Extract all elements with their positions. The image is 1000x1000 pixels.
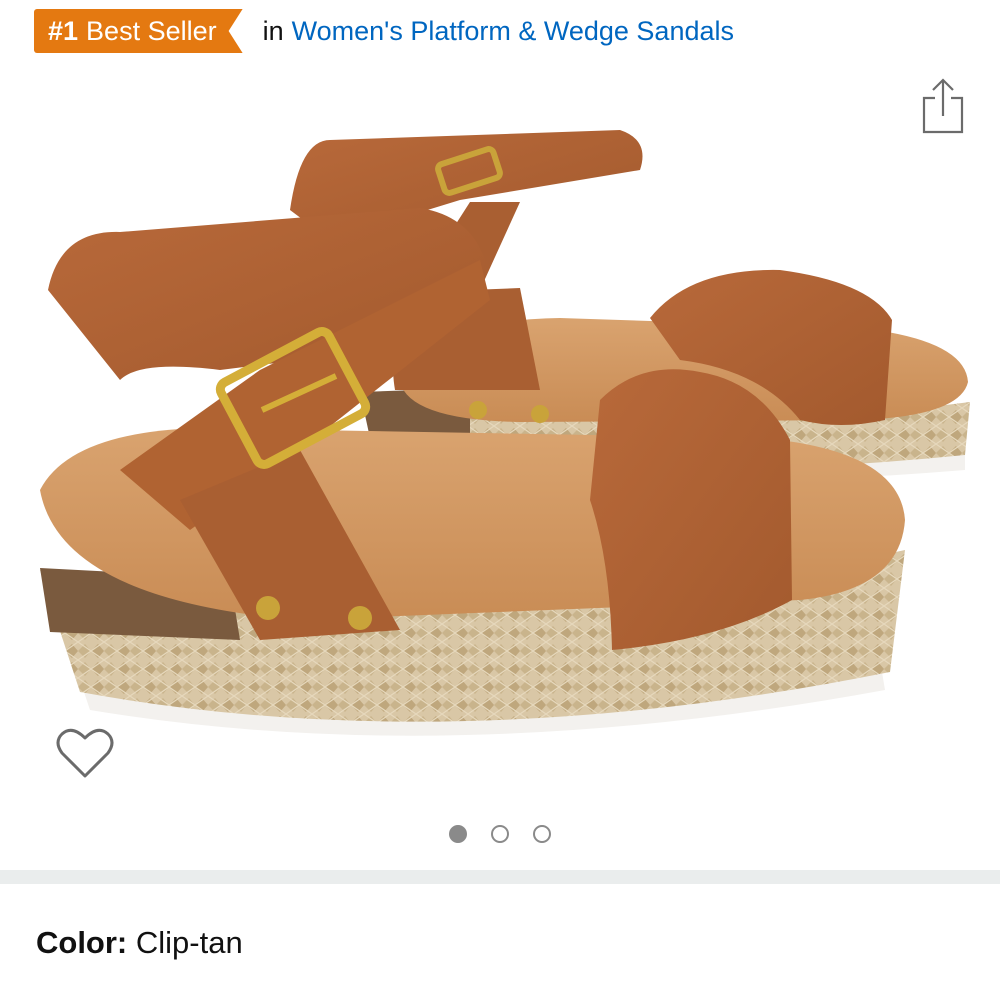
section-divider [0, 870, 1000, 884]
image-carousel-dots [0, 825, 1000, 843]
carousel-dot-2[interactable] [491, 825, 509, 843]
color-selection-row: Color: Clip-tan [36, 925, 243, 961]
sandal-photo [40, 130, 970, 736]
wishlist-button[interactable] [56, 726, 114, 780]
badge-label: Best Seller [86, 16, 217, 46]
bestseller-row: #1 Best Seller in Women's Platform & Wed… [34, 8, 734, 54]
badge-rank: #1 [48, 16, 79, 46]
color-value: Clip-tan [135, 925, 243, 960]
carousel-dot-1[interactable] [449, 825, 467, 843]
product-image[interactable] [0, 120, 1000, 800]
heart-outline-icon [56, 728, 114, 778]
carousel-dot-3[interactable] [533, 825, 551, 843]
category-link[interactable]: Women's Platform & Wedge Sandals [292, 16, 734, 47]
badge-in-text: in [262, 15, 284, 46]
product-detail-page: #1 Best Seller in Women's Platform & Wed… [0, 0, 1000, 1000]
best-seller-badge[interactable]: #1 Best Seller [34, 9, 243, 53]
color-label: Color: [36, 925, 128, 960]
